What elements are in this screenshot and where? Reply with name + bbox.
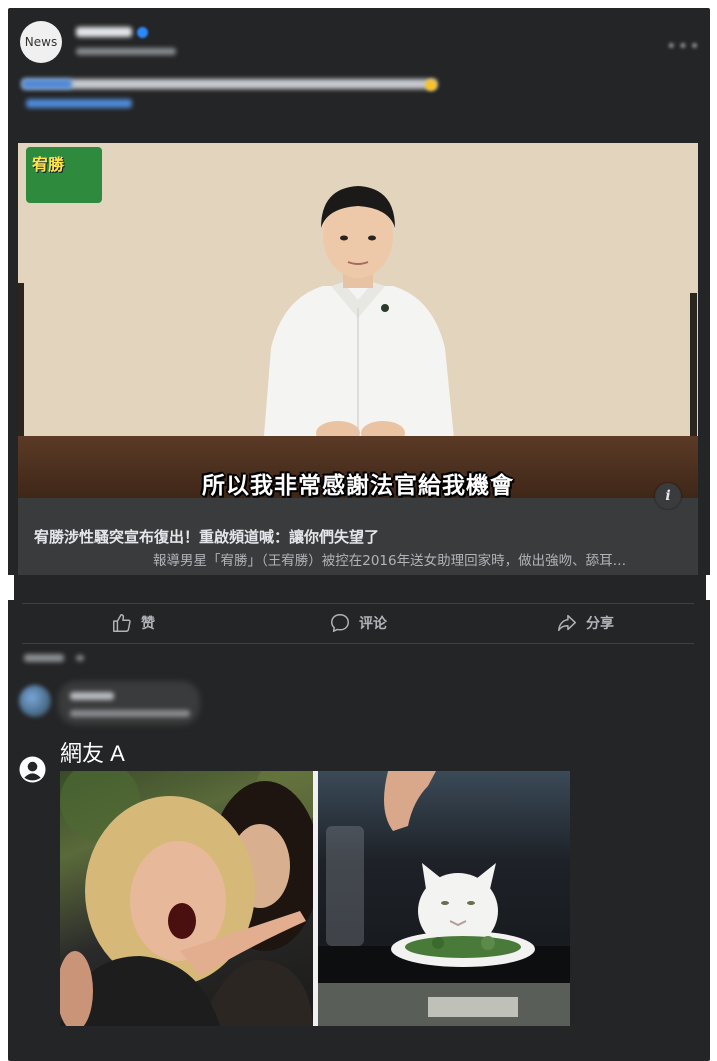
like-label: 赞 bbox=[141, 616, 155, 632]
meme-image[interactable] bbox=[60, 771, 570, 1026]
background-pole-right bbox=[690, 293, 697, 443]
thumbs-up-icon bbox=[113, 614, 131, 632]
comment-label: 评论 bbox=[359, 616, 387, 632]
comment-bubble-icon bbox=[331, 614, 349, 632]
video-thumbnail[interactable]: 宥勝 所以我非常感謝法官給我機會 bbox=[18, 143, 698, 498]
share-arrow-icon bbox=[558, 614, 576, 632]
more-options-icon[interactable]: ••• bbox=[666, 36, 701, 57]
link-preview[interactable]: 宥勝 所以我非常感謝法官給我機會 i 宥勝涉性騷突宣布復出！重啟頻道喊：讓你們失… bbox=[18, 143, 698, 575]
caption-emoji-icon bbox=[425, 79, 437, 91]
cat-at-dinner-image bbox=[318, 771, 570, 1026]
background-pole-left bbox=[18, 283, 24, 443]
link-headline[interactable]: 宥勝涉性騷突宣布復出！重啟頻道喊：讓你們失望了 bbox=[34, 526, 684, 547]
yelling-women-image bbox=[60, 771, 313, 1026]
page-avatar[interactable]: News bbox=[20, 21, 62, 63]
divider-bottom bbox=[22, 643, 694, 644]
chevron-down-icon[interactable] bbox=[76, 655, 84, 661]
commenter-avatar[interactable] bbox=[19, 685, 51, 717]
share-label: 分享 bbox=[586, 616, 614, 632]
commenter-name-redacted[interactable] bbox=[70, 692, 114, 700]
page-seam-left bbox=[0, 575, 14, 600]
comment-text-redacted bbox=[70, 710, 190, 717]
comment-bubble-redacted bbox=[58, 681, 200, 725]
reply-user-name[interactable]: 網友 A bbox=[60, 736, 125, 768]
page-seam-right bbox=[706, 575, 717, 600]
meme-right-panel bbox=[318, 771, 570, 1026]
video-subtitle: 所以我非常感謝法官給我機會 bbox=[202, 472, 514, 498]
post-caption-redacted bbox=[22, 79, 437, 89]
user-avatar-icon bbox=[19, 756, 46, 783]
verified-badge-icon bbox=[137, 27, 148, 38]
meme-left-panel bbox=[60, 771, 313, 1026]
comment-button[interactable]: 评论 bbox=[329, 611, 387, 635]
presenter-image bbox=[263, 186, 455, 448]
divider-top bbox=[22, 603, 694, 604]
link-description: 報導男星「宥勝」（王宥勝）被控在2016年送女助理回家時，做出強吻、舔耳… bbox=[153, 553, 627, 569]
comment-sort-redacted[interactable] bbox=[24, 654, 64, 662]
info-icon[interactable]: i bbox=[655, 483, 681, 509]
caption-hashtag-redacted[interactable] bbox=[22, 79, 72, 89]
channel-logo-text: 宥勝 bbox=[32, 155, 65, 174]
page-name-redacted[interactable] bbox=[76, 27, 132, 37]
share-button[interactable]: 分享 bbox=[556, 611, 614, 635]
caption-link-redacted[interactable] bbox=[26, 99, 132, 108]
like-button[interactable]: 赞 bbox=[111, 611, 155, 635]
post-timestamp-redacted[interactable] bbox=[76, 48, 176, 55]
channel-logo: 宥勝 bbox=[26, 147, 102, 203]
avatar-label: News bbox=[24, 35, 58, 49]
